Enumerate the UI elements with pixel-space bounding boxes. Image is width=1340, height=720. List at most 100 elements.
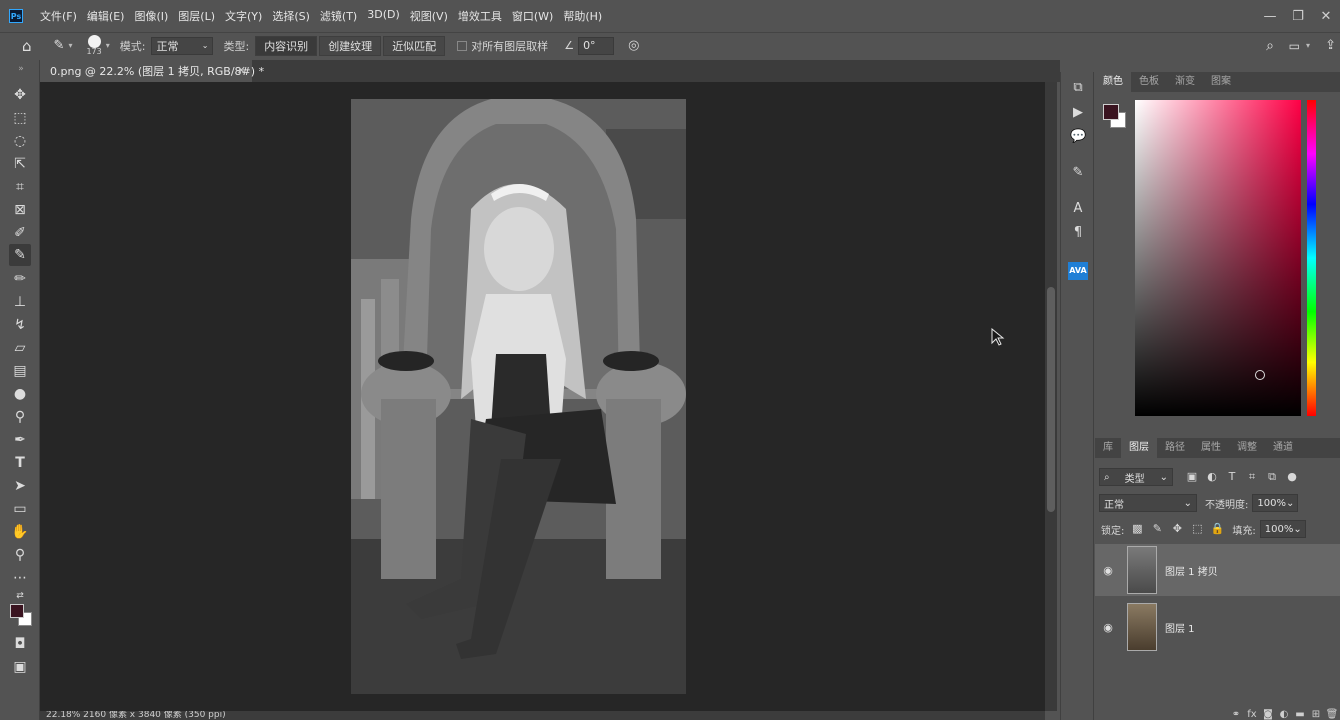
menu-filter[interactable]: 滤镜(T) [315,8,362,24]
screen-mode-icon[interactable]: ▣ [11,658,29,676]
pressure-icon[interactable]: ◎ [628,38,639,53]
comments-panel-icon[interactable]: 💬 [1070,129,1086,145]
lock-all-icon[interactable]: 🔒 [1210,522,1225,536]
tab-gradients[interactable]: 渐变 [1167,72,1203,92]
brush-tool-icon[interactable]: ✏ [11,270,29,288]
menu-image[interactable]: 图像(I) [129,8,173,24]
type-content-aware-button[interactable]: 内容识别 [255,35,318,56]
filter-smart-object-icon[interactable]: ⧉ [1265,470,1279,484]
type-tool-icon[interactable]: T [11,454,29,472]
chevron-down-icon[interactable]: ▾ [68,41,72,50]
history-panel-icon[interactable]: ⧉ [1070,80,1086,96]
opacity-input[interactable]: 100% ⌄ [1252,494,1299,512]
collapse-icon[interactable]: » [12,60,30,78]
menu-edit[interactable]: 编辑(E) [82,8,130,24]
foreground-color-swatch[interactable] [10,604,24,618]
type-create-texture-button[interactable]: 创建纹理 [319,35,382,56]
more-tools-icon[interactable]: ⋯ [11,569,29,587]
type-proximity-match-button[interactable]: 近似匹配 [383,35,446,56]
pen-tool-icon[interactable]: ✒ [11,431,29,449]
filter-type-icon[interactable]: T [1225,470,1239,484]
brush-size-picker[interactable]: 173 [86,35,102,56]
eraser-tool-icon[interactable]: ▱ [11,339,29,357]
vertical-scrollbar-thumb[interactable] [1047,287,1055,512]
close-tab-icon[interactable]: ✕ [237,64,246,77]
menu-window[interactable]: 窗口(W) [507,8,558,24]
workspace-icon[interactable]: ▭ [1289,39,1300,53]
stamp-tool-icon[interactable]: ⊥ [11,293,29,311]
minimize-icon[interactable]: — [1256,9,1284,24]
tab-layers[interactable]: 图层 [1121,438,1157,458]
rectangle-tool-icon[interactable]: ▭ [11,500,29,518]
menu-view[interactable]: 视图(V) [405,8,453,24]
actions-panel-icon[interactable]: ▶ [1070,105,1086,121]
add-mask-icon[interactable]: ◙ [1260,709,1276,720]
layer-filter-select[interactable]: ⌕ 类型 ⌄ [1099,468,1173,486]
color-picker-marker[interactable] [1255,370,1265,380]
menu-type[interactable]: 文字(Y) [220,8,267,24]
share-icon[interactable]: ⇪ [1325,38,1336,53]
angle-input[interactable]: 0° [578,36,615,55]
layer-row[interactable]: ◉ 图层 1 拷贝 [1095,544,1340,596]
lock-pixels-icon[interactable]: ✎ [1150,522,1164,536]
filter-pixel-icon[interactable]: ▣ [1185,470,1199,484]
menu-plugins[interactable]: 增效工具 [453,8,507,24]
panel-foreground-swatch[interactable] [1103,104,1119,120]
eyedropper-tool-icon[interactable]: ✐ [11,224,29,242]
menu-select[interactable]: 选择(S) [267,8,315,24]
visibility-eye-icon[interactable]: ◉ [1101,621,1115,634]
quick-select-tool-icon[interactable]: ⇱ [11,155,29,173]
lock-position-icon[interactable]: ✥ [1170,522,1184,536]
delete-layer-icon[interactable]: 🗑 [1324,709,1340,720]
link-layers-icon[interactable]: ⚭ [1228,709,1244,720]
menu-file[interactable]: 文件(F) [35,8,82,24]
dodge-tool-icon[interactable]: ⚲ [11,408,29,426]
crop-tool-icon[interactable]: ⌗ [11,178,29,196]
frame-tool-icon[interactable]: ⊠ [11,201,29,219]
tab-properties[interactable]: 属性 [1193,438,1229,458]
brush-settings-panel-icon[interactable]: ✎ [1070,165,1086,181]
ava-plugin-icon[interactable]: AVA [1068,262,1088,280]
quick-mask-icon[interactable]: ◘ [11,635,29,653]
tab-swatches[interactable]: 色板 [1131,72,1167,92]
marquee-tool-icon[interactable]: ⬚ [11,109,29,127]
chevron-down-icon[interactable]: ▾ [106,41,110,50]
filter-adjustment-icon[interactable]: ◐ [1205,470,1219,484]
chevron-down-icon[interactable]: ▾ [1306,41,1310,50]
filter-toggle-icon[interactable]: ● [1285,470,1299,484]
hand-tool-icon[interactable]: ✋ [11,523,29,541]
new-group-icon[interactable]: ▬ [1292,709,1308,720]
restore-icon[interactable]: ❐ [1284,9,1312,24]
saturation-brightness-field[interactable] [1135,100,1301,416]
document-canvas-image[interactable] [351,99,686,694]
search-icon[interactable]: ⌕ [1266,38,1274,54]
history-brush-tool-icon[interactable]: ↯ [11,316,29,334]
tab-channels[interactable]: 通道 [1265,438,1301,458]
paragraph-panel-icon[interactable]: ¶ [1070,225,1086,241]
gradient-tool-icon[interactable]: ▤ [11,362,29,380]
tab-color[interactable]: 颜色 [1095,72,1131,92]
layer-style-icon[interactable]: fx [1244,709,1260,720]
hue-slider[interactable] [1307,100,1316,416]
home-icon[interactable]: ⌂ [22,37,32,55]
layer-row[interactable]: ◉ 图层 1 [1095,601,1340,653]
document-tab[interactable]: 0.png @ 22.2% (图层 1 拷贝, RGB/8#) * ✕ [40,60,264,82]
healing-brush-preset-icon[interactable]: ✎ [54,38,65,53]
filter-shape-icon[interactable]: ⌗ [1245,470,1259,484]
tab-libraries[interactable]: 库 [1095,438,1121,458]
sample-all-layers-checkbox[interactable] [457,40,468,51]
lock-transparent-icon[interactable]: ▩ [1130,522,1144,536]
tab-patterns[interactable]: 图案 [1203,72,1239,92]
mode-select[interactable]: 正常 ⌄ [151,36,214,55]
blur-tool-icon[interactable]: ● [11,385,29,403]
blend-mode-select[interactable]: 正常 ⌄ [1099,494,1197,512]
menu-3d[interactable]: 3D(D) [362,8,405,24]
lock-artboard-icon[interactable]: ⬚ [1190,522,1204,536]
vertical-scrollbar[interactable] [1045,82,1057,711]
new-layer-icon[interactable]: ⊞ [1308,709,1324,720]
visibility-eye-icon[interactable]: ◉ [1101,564,1115,577]
tab-paths[interactable]: 路径 [1157,438,1193,458]
menu-layer[interactable]: 图层(L) [173,8,220,24]
close-icon[interactable]: ✕ [1312,9,1340,24]
move-tool-icon[interactable]: ✥ [11,86,29,104]
